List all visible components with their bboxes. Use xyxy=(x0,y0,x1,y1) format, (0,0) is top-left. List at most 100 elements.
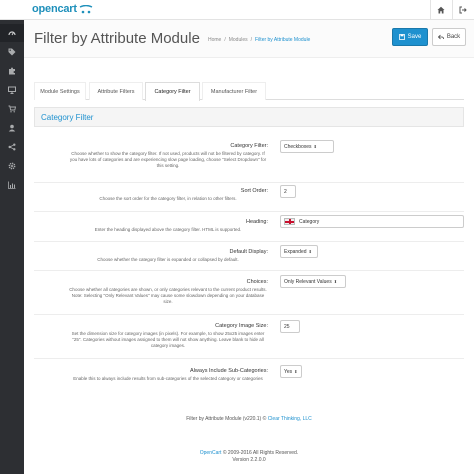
form-row-category-filter: Category Filter: Choose whether to show … xyxy=(34,140,464,180)
page-title: Filter by Attribute Module xyxy=(34,30,200,47)
form-row-include-sub: Always Include Sub-Categories: Enable th… xyxy=(34,360,464,396)
bar-chart-icon xyxy=(8,181,16,189)
sidebar-item-customers[interactable] xyxy=(0,119,24,137)
heading-value: Category xyxy=(299,218,320,225)
cog-icon xyxy=(8,162,16,170)
breadcrumb-separator: / xyxy=(250,37,253,43)
tab-label: Manufacturer Filter xyxy=(210,88,258,95)
include-sub-select[interactable]: Yes ⬍ xyxy=(280,365,302,378)
share-icon xyxy=(8,143,16,151)
choices-select[interactable]: Only Relevant Values ⬍ xyxy=(280,275,346,288)
form-row-sort-order: Sort Order: Choose the sort order for th… xyxy=(34,184,464,210)
divider xyxy=(34,358,464,359)
default-display-value: Expanded xyxy=(284,248,307,255)
sidebar-item-dashboard[interactable] xyxy=(0,24,24,42)
sort-order-help: Choose the sort order for the category f… xyxy=(99,196,237,201)
sidebar-item-design[interactable] xyxy=(0,81,24,99)
sign-out-icon xyxy=(459,6,467,14)
sort-order-input[interactable]: 2 xyxy=(280,185,296,198)
breadcrumb-modules[interactable]: Modules xyxy=(229,37,248,43)
form-row-image-size: Category Image Size: Set the dimension s… xyxy=(34,316,464,358)
image-size-help: Set the dimension size for category imag… xyxy=(71,331,265,348)
form-row-choices: Choices: Choose whether all categories a… xyxy=(34,272,464,312)
tab-manufacturer-filter[interactable]: Manufacturer Filter xyxy=(202,82,266,100)
cart-icon xyxy=(8,105,16,113)
sort-order-label: Sort Order: xyxy=(240,188,268,194)
logo-text: opencart xyxy=(32,3,77,15)
tab-label: Category Filter xyxy=(154,89,191,95)
image-size-label: Category Image Size: xyxy=(215,323,268,329)
default-display-help: Choose whether the category filter is ex… xyxy=(97,257,239,262)
heading-input[interactable]: Category xyxy=(280,215,464,228)
divider xyxy=(34,314,464,315)
version-text: Version 2.2.0.0 xyxy=(232,457,266,463)
back-button[interactable]: Back xyxy=(432,28,466,46)
back-label: Back xyxy=(446,34,461,40)
select-caret-icon: ⬍ xyxy=(294,369,298,374)
breadcrumb-home[interactable]: Home xyxy=(208,37,221,43)
include-sub-help: Enable this to always include results fr… xyxy=(73,376,263,381)
sidebar-item-marketing[interactable] xyxy=(0,138,24,156)
image-size-value: 25 xyxy=(284,323,290,330)
module-credit: Filter by Attribute Module (v220.1) © Cl… xyxy=(24,416,474,422)
sidebar-item-extensions[interactable] xyxy=(0,62,24,80)
divider xyxy=(34,241,464,242)
page-header: Filter by Attribute Module Home / Module… xyxy=(24,20,474,58)
heading-label: Heading: xyxy=(245,219,268,225)
form-row-default-display: Default Display: Choose whether the cate… xyxy=(34,243,464,269)
breadcrumb-separator: / xyxy=(224,37,226,43)
dashboard-icon xyxy=(8,31,16,36)
default-display-label: Default Display: xyxy=(229,249,268,255)
category-filter-label: Category Filter: xyxy=(230,143,268,149)
select-caret-icon: ⬍ xyxy=(308,249,312,254)
sidebar xyxy=(0,20,24,474)
sidebar-item-system[interactable] xyxy=(0,157,24,175)
include-sub-label: Always Include Sub-Categories: xyxy=(190,368,268,374)
save-icon xyxy=(398,34,405,40)
choices-help: Choose whether all categories are shown,… xyxy=(69,287,267,304)
category-filter-select[interactable]: Checkboxes ⬍ xyxy=(280,140,334,153)
sidebar-item-sales[interactable] xyxy=(0,100,24,118)
logout-button[interactable] xyxy=(452,0,473,20)
select-caret-icon: ⬍ xyxy=(313,144,317,149)
panel-title: Category Filter xyxy=(41,113,94,122)
clear-thinking-link[interactable]: Clear Thinking, LLC xyxy=(268,416,312,422)
divider xyxy=(34,270,464,271)
save-button[interactable]: Save xyxy=(392,28,428,46)
default-display-select[interactable]: Expanded ⬍ xyxy=(280,245,318,258)
opencart-link[interactable]: OpenCart xyxy=(200,450,222,456)
copyright-text: © 2009-2016 All Rights Reserved. xyxy=(222,450,299,456)
cart-logo-icon xyxy=(79,4,93,13)
tab-category-filter[interactable]: Category Filter xyxy=(145,82,200,101)
home-button[interactable] xyxy=(430,0,451,20)
heading-help: Enter the heading displayed above the ca… xyxy=(94,227,242,232)
page-footer: OpenCart © 2009-2016 All Rights Reserved… xyxy=(24,450,474,464)
uk-flag-icon xyxy=(284,218,295,225)
choices-label: Choices: xyxy=(246,279,268,285)
form-row-heading: Heading: Enter the heading displayed abo… xyxy=(34,214,464,240)
opencart-logo[interactable]: opencart xyxy=(32,3,93,15)
home-icon xyxy=(437,6,445,14)
tab-module-settings[interactable]: Module Settings xyxy=(34,82,86,100)
category-filter-help: Choose whether to show the category filt… xyxy=(69,151,267,168)
sort-order-value: 2 xyxy=(284,188,287,195)
reply-icon xyxy=(437,34,444,40)
tab-label: Attribute Filters xyxy=(97,88,135,95)
divider xyxy=(34,211,464,212)
sidebar-item-reports[interactable] xyxy=(0,176,24,194)
tab-attribute-filters[interactable]: Attribute Filters xyxy=(89,82,143,100)
choices-value: Only Relevant Values xyxy=(284,278,332,285)
breadcrumb-current[interactable]: Filter by Attribute Module xyxy=(255,37,310,43)
tab-bar: Module Settings Attribute Filters Catego… xyxy=(34,82,464,101)
panel-heading: Category Filter xyxy=(34,107,464,127)
include-sub-value: Yes xyxy=(284,368,293,375)
module-credit-text: Filter by Attribute Module (v220.1) © xyxy=(186,416,267,422)
image-size-input[interactable]: 25 xyxy=(280,320,300,333)
desktop-icon xyxy=(8,86,16,94)
user-icon xyxy=(8,124,16,132)
select-caret-icon: ⬍ xyxy=(333,279,338,284)
sidebar-item-catalog[interactable] xyxy=(0,43,24,61)
save-label: Save xyxy=(407,34,422,40)
top-header: opencart xyxy=(0,0,474,20)
breadcrumb: Home / Modules / Filter by Attribute Mod… xyxy=(208,37,310,43)
